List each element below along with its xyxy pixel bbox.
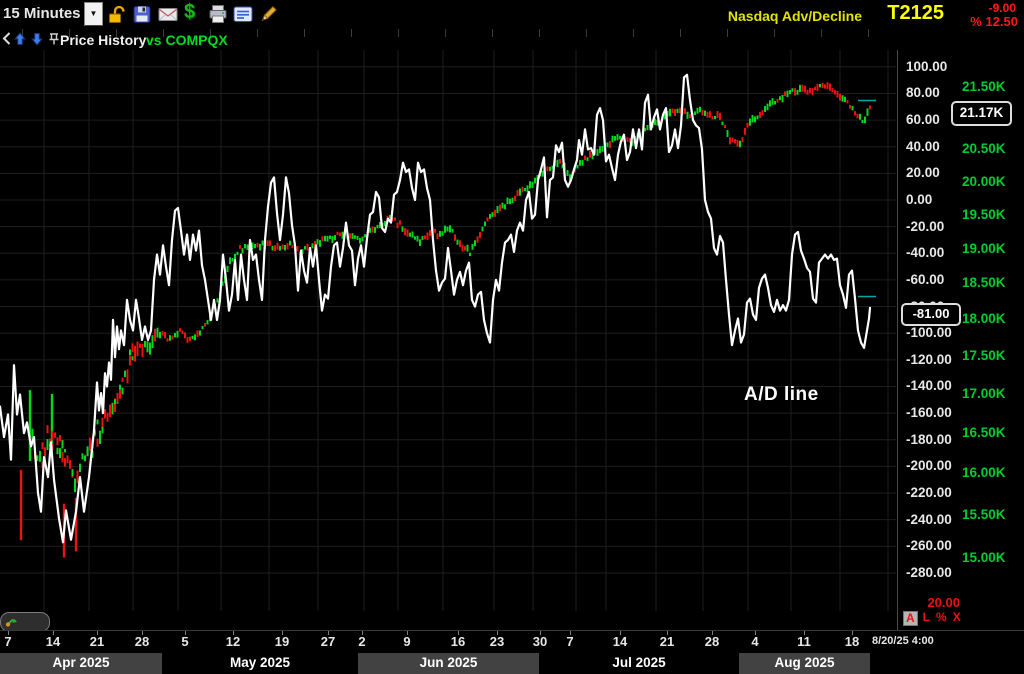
ad-line-annotation: A/D line (744, 384, 819, 406)
date-tick-label[interactable]: 14 (46, 634, 60, 649)
date-tick-label[interactable]: 21 (660, 634, 674, 649)
pin-icon[interactable] (48, 32, 60, 51)
scale-button-x[interactable]: X (952, 611, 962, 626)
date-tick-label[interactable]: 19 (275, 634, 289, 649)
date-tick-label[interactable]: 30 (533, 634, 547, 649)
scale-button-a[interactable]: A (903, 611, 918, 626)
scale-control-buttons: AL% X (903, 611, 962, 626)
date-tick-label[interactable]: 5 (181, 634, 188, 649)
date-tick-label[interactable]: 9 (403, 634, 410, 649)
date-axis-row[interactable]: 7 14 21 28 5 12 19 27 2 9 16 23 30 7 14 21 28 4 11 18 8/20/2… (0, 630, 1024, 653)
mail-icon[interactable] (158, 4, 178, 25)
month-label: Apr 2025 (52, 655, 109, 670)
scale-value-label: 20.00 (880, 595, 960, 610)
chart-plot-area[interactable] (0, 0, 1024, 674)
date-tick-label[interactable]: 28 (705, 634, 719, 649)
quote-percent-change: % 12.50 (970, 14, 1018, 29)
chart-scrollbar-thumb[interactable] (0, 612, 50, 632)
indicator-header-row: Price History vs COMPQX (0, 28, 1024, 50)
date-tick-label[interactable]: 23 (490, 634, 504, 649)
collapse-chevron-icon[interactable] (2, 32, 11, 50)
quote-symbol[interactable]: T2125 (887, 2, 944, 25)
quote-title: Nasdaq Adv/Decline (728, 8, 862, 24)
unlock-icon[interactable] (107, 4, 127, 25)
date-tick-label[interactable]: 14 (613, 634, 627, 649)
quote-change: -9.00 (989, 1, 1016, 15)
month-label: Aug 2025 (774, 655, 834, 670)
date-tick-label[interactable]: 11 (797, 634, 811, 649)
dollar-icon[interactable]: $ (184, 1, 204, 22)
month-axis-row: Apr 2025 May 2025 Jun 2025 Jul 2025 Aug 20… (0, 652, 1024, 674)
date-tick-label[interactable]: 21 (90, 634, 104, 649)
save-icon[interactable] (132, 4, 152, 25)
date-tick-label[interactable]: 4 (751, 634, 758, 649)
report-icon[interactable] (233, 4, 253, 25)
date-tick-label[interactable]: 18 (845, 634, 859, 649)
last-price-box[interactable]: 21.17K (951, 101, 1012, 126)
end-datetime-label: 8/20/25 4:00 (872, 635, 934, 647)
top-toolbar: 15 Minutes ▼ $ Nasdaq Adv/Decline T2125 … (0, 0, 1024, 28)
print-icon[interactable] (208, 4, 228, 25)
date-tick-label[interactable]: 16 (451, 634, 465, 649)
date-tick-label[interactable]: 12 (226, 634, 240, 649)
last-ad-value-box[interactable]: -81.00 (901, 303, 961, 326)
date-tick-label[interactable]: 27 (321, 634, 335, 649)
pencil-icon[interactable] (258, 4, 278, 25)
timeframe-label[interactable]: 15 Minutes (3, 5, 81, 22)
date-tick-label[interactable]: 7 (566, 634, 573, 649)
timeframe-dropdown-button[interactable]: ▼ (84, 2, 103, 26)
caret-down-icon: ▼ (90, 9, 98, 18)
scale-button-l[interactable]: L (922, 611, 931, 626)
month-label: Jul 2025 (612, 655, 665, 670)
scale-button-%[interactable]: % (935, 611, 948, 626)
date-tick-label[interactable]: 7 (4, 634, 11, 649)
month-label: May 2025 (230, 655, 290, 670)
indicator-name-label[interactable]: Price History (60, 32, 146, 48)
comparison-symbol-label[interactable]: vs COMPQX (146, 32, 228, 48)
date-tick-label[interactable]: 2 (358, 634, 365, 649)
move-up-arrow-icon[interactable] (13, 32, 27, 51)
month-label: Jun 2025 (420, 655, 478, 670)
date-tick-label[interactable]: 28 (135, 634, 149, 649)
move-down-arrow-icon[interactable] (30, 32, 44, 51)
